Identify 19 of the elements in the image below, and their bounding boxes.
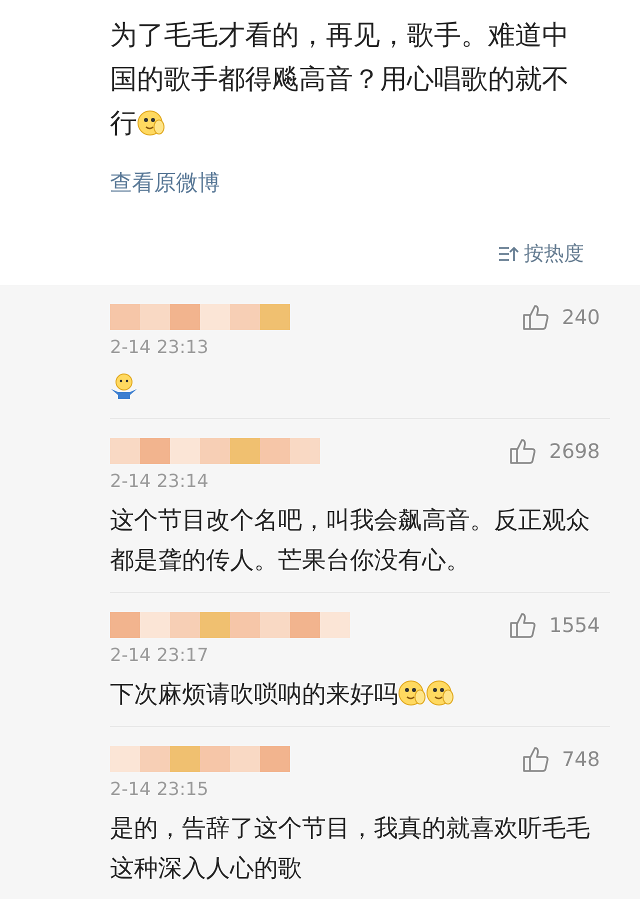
comment-time: 2-14 23:13	[110, 337, 210, 358]
like-button[interactable]: 2698	[509, 437, 600, 465]
sort-by-popularity-button[interactable]: 按热度	[498, 240, 584, 267]
thumbs-up-icon	[522, 303, 550, 331]
sort-icon	[498, 244, 520, 262]
like-button[interactable]: 1554	[509, 611, 600, 639]
post-text: 为了毛毛才看的，再见，歌手。难道中国的歌手都得飚高音？用心唱歌的就不行	[110, 19, 570, 141]
thumbs-up-icon	[509, 437, 538, 465]
thumbs-up-icon	[509, 611, 538, 639]
like-button[interactable]: 748	[522, 745, 600, 773]
comment-text: 这个节目改个名吧，叫我会飙高音。反正观众都是聋的传人。芒果台你没有心。	[110, 505, 591, 576]
comment-time: 2-14 23:17	[110, 645, 210, 666]
comment-time: 2-14 23:14	[110, 471, 210, 492]
comment-text: 下次麻烦请吹唢呐的来好吗	[110, 674, 605, 714]
like-button[interactable]: 240	[522, 303, 600, 331]
comment-text: 是的，告辞了这个节目，我真的就喜欢听毛毛这种深入人心的歌	[110, 813, 591, 884]
thumbs-up-icon	[522, 745, 550, 773]
view-original-link[interactable]: 查看原微博	[110, 168, 220, 198]
comment-time: 2-14 23:15	[110, 779, 210, 800]
